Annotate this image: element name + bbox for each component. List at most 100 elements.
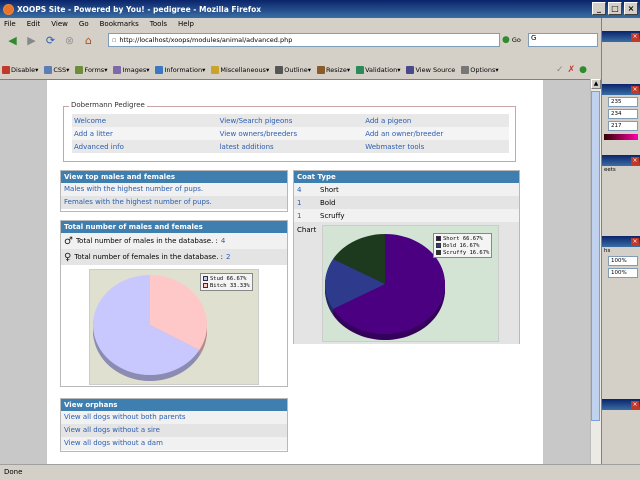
- devbar-label: Information▾: [164, 66, 206, 74]
- devbar-item[interactable]: Miscellaneous▾: [211, 66, 269, 74]
- female-symbol-icon: ♀: [64, 251, 72, 263]
- search-input[interactable]: G: [528, 33, 598, 47]
- coat-pie-chart: Short 66.67% Bold 16.67% Scruffy 16.67%: [322, 225, 499, 342]
- coat-count[interactable]: 4: [294, 186, 320, 194]
- menu-view[interactable]: View: [51, 20, 68, 28]
- males-total-row: ♂ Total number of males in the database.…: [61, 233, 287, 249]
- males-total-count[interactable]: 4: [221, 237, 225, 245]
- legend-stud: Stud 66.67%: [210, 275, 247, 282]
- devbar-label: Resize▾: [326, 66, 351, 74]
- link-males-most-pups[interactable]: Males with the highest number of pups.: [61, 183, 287, 196]
- link-add-owner-breeder[interactable]: Add an owner/breeder: [363, 130, 509, 138]
- close-icon[interactable]: ×: [631, 400, 639, 409]
- panel-header: ×: [602, 399, 640, 410]
- stop-icon[interactable]: ⊗: [61, 32, 78, 48]
- devbar-item[interactable]: Disable▾: [2, 66, 38, 74]
- menu-tools[interactable]: Tools: [150, 20, 167, 28]
- link-welcome[interactable]: Welcome: [72, 117, 218, 125]
- link-add-pigeon[interactable]: Add a pigeon: [363, 117, 509, 125]
- devbar-status-icons: ✓ ✗ ●: [556, 62, 587, 78]
- link-add-litter[interactable]: Add a litter: [72, 130, 218, 138]
- check-icon[interactable]: ✓: [556, 65, 564, 75]
- coat-count[interactable]: 1: [294, 212, 320, 220]
- images-icon: [113, 66, 122, 74]
- home-icon[interactable]: ⌂: [80, 32, 97, 48]
- back-icon[interactable]: ◀: [4, 32, 21, 48]
- scroll-up-icon[interactable]: ▲: [591, 79, 601, 89]
- devbar-item[interactable]: Validation▾: [356, 66, 400, 74]
- disable-icon: [2, 66, 10, 74]
- coat-type: Bold: [320, 198, 336, 207]
- link-advanced-info[interactable]: Advanced info: [72, 143, 218, 151]
- ok-icon[interactable]: ●: [579, 65, 587, 75]
- link-view-owners-breeders[interactable]: View owners/breeders: [218, 130, 364, 138]
- devbar-item[interactable]: Options▾: [461, 66, 499, 74]
- link-no-dam[interactable]: View all dogs without a dam: [61, 437, 287, 450]
- firefox-icon: [3, 3, 14, 15]
- link-latest-additions[interactable]: latest additions: [218, 143, 364, 151]
- minimize-button[interactable]: _: [592, 2, 606, 15]
- resize-icon: [317, 66, 325, 74]
- maximize-button[interactable]: □: [608, 2, 622, 15]
- devbar-item[interactable]: Forms▾: [75, 66, 107, 74]
- link-females-most-pups[interactable]: Females with the highest number of pups.: [61, 196, 287, 209]
- link-view-search-pigeons[interactable]: View/Search pigeons: [218, 117, 364, 125]
- devbar-label: View Source: [415, 66, 456, 74]
- devbar-label: Validation▾: [365, 66, 401, 74]
- options-icon: [461, 66, 470, 74]
- menu-file[interactable]: File: [4, 20, 16, 28]
- panel-title: View orphans: [61, 399, 287, 411]
- value-field[interactable]: 234: [608, 109, 638, 119]
- view-source-icon: [406, 66, 415, 74]
- close-icon[interactable]: ×: [631, 156, 639, 165]
- coat-count[interactable]: 1: [294, 199, 320, 207]
- legend-swatch-stud: [203, 276, 208, 281]
- forward-icon[interactable]: ▶: [23, 32, 40, 48]
- link-no-sire[interactable]: View all dogs without a sire: [61, 424, 287, 437]
- close-icon[interactable]: ×: [631, 32, 639, 41]
- chart-label: Chart: [297, 226, 317, 234]
- menu-go[interactable]: Go: [79, 20, 89, 28]
- zoom-field[interactable]: 100%: [608, 268, 638, 278]
- devbar-item[interactable]: Resize▾: [317, 66, 350, 74]
- miscellaneous-icon: [211, 66, 220, 74]
- pedigree-legend: Dobermann Pedigree: [69, 101, 147, 109]
- window-title-bar: XOOPS Site - Powered by You! - pedigree …: [0, 0, 640, 18]
- devbar-label: Images▾: [122, 66, 150, 74]
- legend-bold: Bold 16.67%: [443, 242, 480, 249]
- sex-pie-chart: Stud 66.67% Bitch 33.33%: [89, 269, 259, 385]
- menu-bookmarks[interactable]: Bookmarks: [100, 20, 139, 28]
- devbar-label: Outline▾: [284, 66, 311, 74]
- menu-bar: File Edit View Go Bookmarks Tools Help: [0, 18, 640, 30]
- panel-header: ×: [602, 236, 640, 247]
- coat-row: 1 Bold: [294, 196, 519, 209]
- vertical-scrollbar[interactable]: ▲: [590, 79, 601, 464]
- devbar-item[interactable]: View Source: [406, 66, 455, 74]
- go-icon: ●: [502, 35, 510, 45]
- devbar-item[interactable]: Information▾: [155, 66, 205, 74]
- value-field[interactable]: 235: [608, 97, 638, 107]
- panel-header: ×: [602, 84, 640, 95]
- menu-edit[interactable]: Edit: [27, 20, 41, 28]
- scroll-thumb[interactable]: [591, 91, 600, 421]
- zoom-field[interactable]: 100%: [608, 256, 638, 266]
- females-total-count[interactable]: 2: [226, 253, 230, 261]
- menu-help[interactable]: Help: [178, 20, 194, 28]
- value-field[interactable]: 217: [608, 121, 638, 131]
- close-icon[interactable]: ×: [631, 85, 639, 94]
- go-button[interactable]: ● Go: [502, 33, 521, 47]
- error-icon[interactable]: ✗: [568, 65, 576, 75]
- reload-icon[interactable]: ⟳: [42, 32, 59, 48]
- close-icon[interactable]: ×: [631, 237, 639, 246]
- close-button[interactable]: ×: [624, 2, 638, 15]
- panel-title: Coat Type: [294, 171, 519, 183]
- link-no-parents[interactable]: View all dogs without both parents: [61, 411, 287, 424]
- coat-type: Short: [320, 185, 339, 194]
- address-bar[interactable]: ▫ http://localhost/xoops/modules/animal/…: [108, 33, 500, 47]
- web-developer-toolbar: Disable▾ CSS▾ Forms▾ Images▾ Information▾ Mis…: [0, 62, 600, 78]
- devbar-label: Disable▾: [11, 66, 39, 74]
- link-webmaster-tools[interactable]: Webmaster tools: [363, 143, 509, 151]
- devbar-item[interactable]: CSS▾: [44, 66, 69, 74]
- devbar-item[interactable]: Images▾: [113, 66, 149, 74]
- devbar-item[interactable]: Outline▾: [275, 66, 311, 74]
